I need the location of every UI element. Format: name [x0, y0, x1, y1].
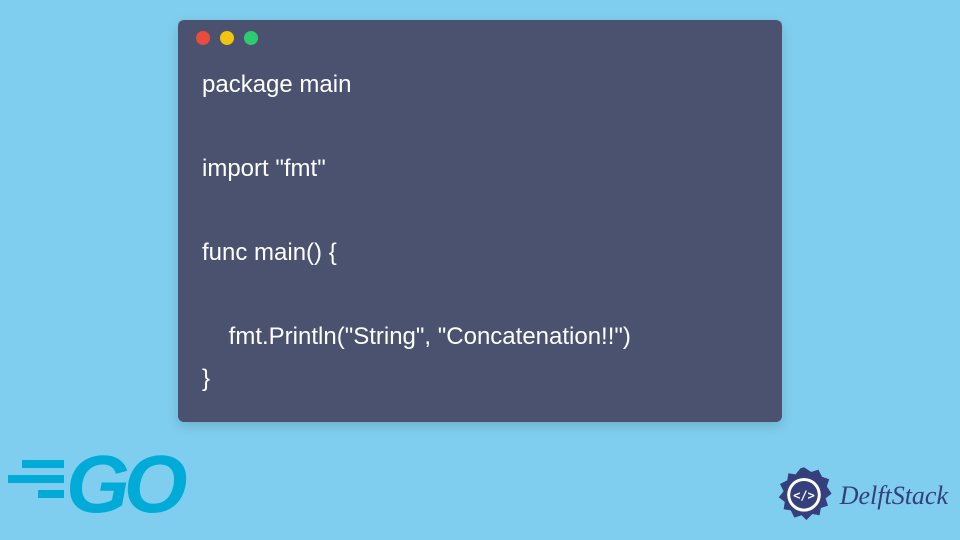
- minimize-icon: [220, 31, 234, 45]
- delftstack-badge-icon: </>: [774, 466, 834, 526]
- maximize-icon: [244, 31, 258, 45]
- delftstack-logo-text: DelftStack: [840, 481, 948, 511]
- delftstack-logo: </> DelftStack: [774, 466, 948, 526]
- go-logo-text: GO: [66, 438, 182, 532]
- code-window: package main import "fmt" func main() { …: [178, 20, 782, 422]
- close-icon: [196, 31, 210, 45]
- window-titlebar: [178, 20, 782, 56]
- code-body: package main import "fmt" func main() { …: [178, 56, 782, 422]
- go-logo: GO: [8, 438, 182, 532]
- delftstack-code-icon: </>: [793, 489, 815, 503]
- go-speed-lines-icon: [8, 460, 64, 498]
- code-content: package main import "fmt" func main() { …: [202, 64, 758, 400]
